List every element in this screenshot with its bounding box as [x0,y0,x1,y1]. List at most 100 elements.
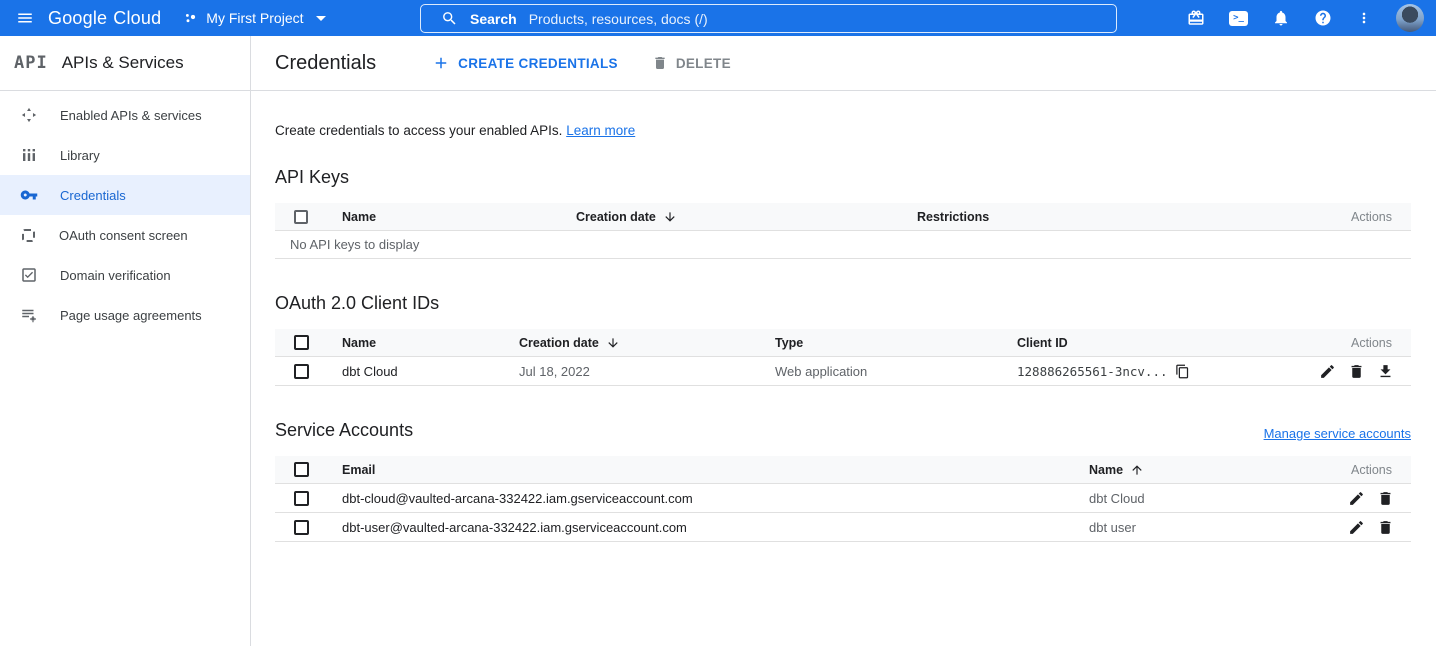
more-vert-icon[interactable] [1356,10,1372,26]
oauth-clients-table: Name Creation date Type Client ID Action… [275,329,1411,386]
topbar: Google Cloud My First Project Search Pro… [0,0,1436,36]
api-logo-icon: API [14,53,48,73]
delete-icon[interactable] [1377,519,1394,536]
help-icon[interactable] [1314,9,1332,27]
sidebar-item-library[interactable]: Library [0,135,250,175]
menu-icon[interactable] [0,9,48,27]
learn-more-link[interactable]: Learn more [566,123,635,138]
sidebar-item-page-usage[interactable]: Page usage agreements [0,295,250,335]
row-actions [1301,363,1411,380]
table-row: dbt-user@vaulted-arcana-332422.iam.gserv… [275,513,1411,542]
service-accounts-heading-row: Service Accounts Manage service accounts [275,420,1411,441]
sort-descending-icon [663,210,677,224]
search-icon [441,10,458,27]
manage-service-accounts-link[interactable]: Manage service accounts [1264,426,1411,441]
sidebar-item-label: Enabled APIs & services [60,108,202,123]
logo-text-cloud: Cloud [113,8,161,29]
oauth-consent-icon [22,229,35,242]
avatar[interactable] [1396,4,1424,32]
sidebar-item-label: Domain verification [60,268,171,283]
download-icon[interactable] [1377,363,1394,380]
sidebar-item-credentials[interactable]: Credentials [0,175,250,215]
oauth-clients-heading: OAuth 2.0 Client IDs [275,293,1411,314]
sidebar-item-enabled-apis[interactable]: Enabled APIs & services [0,95,250,135]
delete-label: DELETE [676,56,731,71]
domain-verification-icon [20,266,38,284]
sort-ascending-icon [1130,463,1144,477]
column-name[interactable]: Name [342,210,576,224]
row-actions [1301,519,1411,536]
row-checkbox[interactable] [294,364,309,379]
delete-icon[interactable] [1377,490,1394,507]
oauth-client-id-cell: 128886265561-3ncv... [1017,364,1301,379]
sidebar-nav: Enabled APIs & services Library Credenti… [0,91,250,335]
sidebar-item-domain-verification[interactable]: Domain verification [0,255,250,295]
api-keys-heading: API Keys [275,167,1411,188]
select-all-checkbox[interactable] [294,210,308,224]
oauth-client-name: dbt Cloud [342,364,519,379]
row-checkbox[interactable] [294,491,309,506]
sort-descending-icon [606,336,620,350]
select-all-checkbox[interactable] [294,462,309,477]
search-bar[interactable]: Search Products, resources, docs (/) [420,4,1117,33]
search-label: Search [470,11,517,27]
edit-icon[interactable] [1348,519,1365,536]
row-actions [1301,490,1411,507]
column-creation-date[interactable]: Creation date [519,336,775,350]
sidebar-item-label: OAuth consent screen [59,228,188,243]
key-icon [20,186,38,204]
intro-sentence: Create credentials to access your enable… [275,123,562,138]
project-selector[interactable]: My First Project [183,10,325,26]
chevron-down-icon [316,16,326,21]
edit-icon[interactable] [1348,490,1365,507]
column-actions: Actions [1301,336,1411,350]
main-panel: Credentials CREATE CREDENTIALS DELETE Cr… [251,36,1436,646]
delete-icon[interactable] [1348,363,1365,380]
service-account-name: dbt user [1089,520,1301,535]
column-restrictions[interactable]: Restrictions [917,210,1301,224]
project-icon [183,11,198,26]
copy-icon[interactable] [1175,364,1190,379]
api-keys-table: Name Creation date Restrictions Actions … [275,203,1411,259]
oauth-client-creation-date: Jul 18, 2022 [519,364,775,379]
column-name[interactable]: Name [1089,463,1301,477]
delete-button[interactable]: DELETE [652,55,731,71]
project-name: My First Project [206,10,303,26]
sidebar-item-label: Library [60,148,100,163]
notifications-bell-icon[interactable] [1272,9,1290,27]
client-id-value: 128886265561-3ncv... [1017,364,1168,379]
gift-icon[interactable] [1187,9,1205,27]
oauth-client-type: Web application [775,364,1017,379]
oauth-header-row: Name Creation date Type Client ID Action… [275,329,1411,357]
column-creation-date[interactable]: Creation date [576,210,917,224]
page-usage-agreements-icon [20,306,38,324]
google-cloud-logo[interactable]: Google Cloud [48,8,161,29]
cloud-shell-icon[interactable]: >_ [1229,11,1248,26]
service-accounts-heading: Service Accounts [275,420,413,441]
create-credentials-button[interactable]: CREATE CREDENTIALS [432,54,618,72]
table-row: dbt-cloud@vaulted-arcana-332422.iam.gser… [275,484,1411,513]
service-accounts-table: Email Name Actions dbt-cloud@vaulted-arc… [275,456,1411,542]
column-name[interactable]: Name [342,336,519,350]
service-account-email: dbt-cloud@vaulted-arcana-332422.iam.gser… [342,491,1089,506]
edit-icon[interactable] [1319,363,1336,380]
row-checkbox[interactable] [294,520,309,535]
library-icon [20,146,38,164]
sidebar-title: APIs & Services [62,53,184,73]
column-actions: Actions [1301,463,1411,477]
page-header: Credentials CREATE CREDENTIALS DELETE [251,36,1436,91]
column-email[interactable]: Email [342,463,1089,477]
sidebar-item-oauth-consent[interactable]: OAuth consent screen [0,215,250,255]
service-account-name: dbt Cloud [1089,491,1301,506]
content: Create credentials to access your enable… [251,91,1436,542]
sidebar-header: API APIs & Services [0,36,250,91]
column-type[interactable]: Type [775,336,1017,350]
logo-text-google: Google [48,8,107,29]
column-client-id[interactable]: Client ID [1017,336,1301,350]
intro-text: Create credentials to access your enable… [275,123,1411,138]
select-all-checkbox[interactable] [294,335,309,350]
enabled-apis-icon [20,106,38,124]
sidebar: API APIs & Services Enabled APIs & servi… [0,36,251,646]
sidebar-item-label: Page usage agreements [60,308,202,323]
service-accounts-header-row: Email Name Actions [275,456,1411,484]
